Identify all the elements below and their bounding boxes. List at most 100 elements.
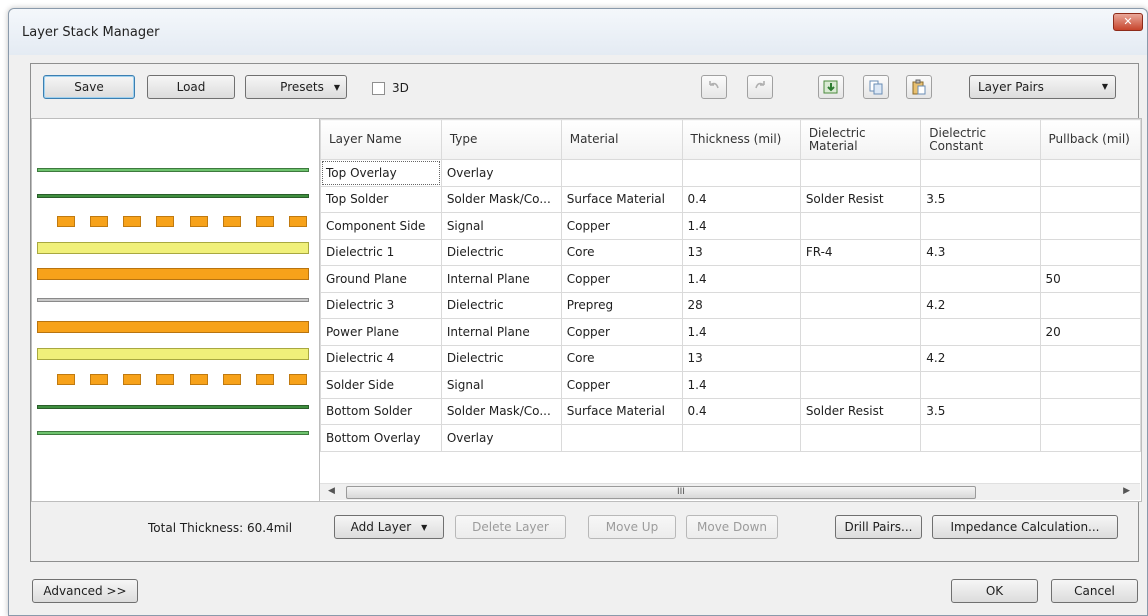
cell-type[interactable]: Internal Plane	[440, 318, 562, 346]
cell-layer-name[interactable]: Top Overlay	[320, 159, 442, 187]
cell-dielectric-material[interactable]	[799, 424, 922, 452]
cell-thickness[interactable]: 13	[681, 344, 801, 372]
cell-type[interactable]: Signal	[440, 371, 562, 399]
scroll-left-icon[interactable]: ◀	[328, 486, 335, 496]
cell-type[interactable]: Solder Mask/Co...	[440, 185, 562, 213]
cell-dielectric-material[interactable]: Solder Resist	[799, 397, 922, 425]
cell-thickness[interactable]: 1.4	[681, 212, 801, 240]
table-row[interactable]: Bottom Solder Solder Mask/Co... Surface Ma…	[320, 397, 1141, 425]
column-header-dielectric-constant[interactable]: Dielectric Constant	[920, 119, 1041, 160]
column-header-pullback[interactable]: Pullback (mil)	[1039, 119, 1141, 160]
cell-dielectric-constant[interactable]	[920, 424, 1041, 452]
3d-checkbox[interactable]	[372, 82, 385, 95]
cell-dielectric-constant[interactable]	[920, 371, 1041, 399]
cell-dielectric-constant[interactable]	[920, 265, 1041, 293]
delete-layer-button[interactable]: Delete Layer	[455, 515, 566, 539]
cell-dielectric-constant[interactable]: 4.3	[920, 238, 1041, 266]
scrollbar-thumb[interactable]: III	[346, 486, 976, 499]
cell-material[interactable]: Prepreg	[560, 291, 683, 319]
cell-pullback[interactable]	[1039, 371, 1141, 399]
cell-material[interactable]: Surface Material	[560, 185, 683, 213]
column-header-material[interactable]: Material	[560, 119, 683, 160]
cell-dielectric-material[interactable]: Solder Resist	[799, 185, 922, 213]
cell-dielectric-constant[interactable]	[920, 159, 1041, 187]
cell-dielectric-constant[interactable]	[920, 318, 1041, 346]
cell-thickness[interactable]: 0.4	[681, 185, 801, 213]
cell-layer-name[interactable]: Ground Plane	[320, 265, 442, 293]
cell-type[interactable]: Signal	[440, 212, 562, 240]
cell-material[interactable]: Surface Material	[560, 397, 683, 425]
cell-dielectric-material[interactable]	[799, 159, 922, 187]
cell-material[interactable]: Copper	[560, 212, 683, 240]
cell-pullback[interactable]	[1039, 212, 1141, 240]
cell-dielectric-constant[interactable]: 4.2	[920, 291, 1041, 319]
advanced-button[interactable]: Advanced >>	[32, 579, 138, 603]
cell-layer-name[interactable]: Dielectric 3	[320, 291, 442, 319]
table-row[interactable]: Solder Side Signal Copper 1.4	[320, 371, 1141, 399]
load-button[interactable]: Load	[147, 75, 235, 99]
cell-type[interactable]: Solder Mask/Co...	[440, 397, 562, 425]
table-row[interactable]: Component Side Signal Copper 1.4	[320, 212, 1141, 240]
cell-dielectric-material[interactable]	[799, 212, 922, 240]
cell-dielectric-material[interactable]: FR-4	[799, 238, 922, 266]
cell-layer-name[interactable]: Solder Side	[320, 371, 442, 399]
cell-dielectric-material[interactable]	[799, 318, 922, 346]
table-row[interactable]: Bottom Overlay Overlay	[320, 424, 1141, 452]
cell-layer-name[interactable]: Bottom Solder	[320, 397, 442, 425]
cell-dielectric-constant[interactable]: 3.5	[920, 397, 1041, 425]
move-up-button[interactable]: Move Up	[588, 515, 676, 539]
ok-button[interactable]: OK	[951, 579, 1038, 603]
cell-material[interactable]: Copper	[560, 371, 683, 399]
cell-layer-name[interactable]: Power Plane	[320, 318, 442, 346]
cell-type[interactable]: Dielectric	[440, 291, 562, 319]
cell-layer-name[interactable]: Dielectric 4	[320, 344, 442, 372]
cell-thickness[interactable]: 1.4	[681, 318, 801, 346]
import-button[interactable]	[818, 75, 844, 99]
cell-material[interactable]: Core	[560, 344, 683, 372]
drill-pairs-button[interactable]: Drill Pairs...	[835, 515, 922, 539]
cell-thickness[interactable]: 1.4	[681, 265, 801, 293]
table-row[interactable]: Dielectric 4 Dielectric Core 13 4.2	[320, 344, 1141, 372]
cell-layer-name[interactable]: Top Solder	[320, 185, 442, 213]
cell-pullback[interactable]	[1039, 159, 1141, 187]
cell-pullback[interactable]	[1039, 238, 1141, 266]
cell-type[interactable]: Dielectric	[440, 344, 562, 372]
cell-pullback[interactable]: 20	[1039, 318, 1141, 346]
scroll-right-icon[interactable]: ▶	[1123, 486, 1130, 496]
cell-type[interactable]: Dielectric	[440, 238, 562, 266]
layer-pairs-select[interactable]: Layer Pairs ▼	[969, 75, 1116, 99]
column-header-type[interactable]: Type	[440, 119, 562, 160]
cell-pullback[interactable]: 50	[1039, 265, 1141, 293]
redo-button[interactable]	[747, 75, 773, 99]
cell-type[interactable]: Overlay	[440, 159, 562, 187]
table-row[interactable]: Power Plane Internal Plane Copper 1.4 20	[320, 318, 1141, 346]
cell-dielectric-material[interactable]	[799, 265, 922, 293]
presets-dropdown[interactable]: Presets ▼	[245, 75, 347, 99]
save-button[interactable]: Save	[43, 75, 135, 99]
cell-material[interactable]	[560, 424, 683, 452]
column-header-dielectric-material[interactable]: Dielectric Material	[799, 119, 922, 160]
cell-pullback[interactable]	[1039, 344, 1141, 372]
column-header-layer-name[interactable]: Layer Name	[320, 119, 442, 160]
cell-thickness[interactable]: 1.4	[681, 371, 801, 399]
table-row[interactable]: Dielectric 3 Dielectric Prepreg 28 4.2	[320, 291, 1141, 319]
cell-dielectric-constant[interactable]: 4.2	[920, 344, 1041, 372]
cell-pullback[interactable]	[1039, 397, 1141, 425]
cell-thickness[interactable]	[681, 159, 801, 187]
cell-pullback[interactable]	[1039, 291, 1141, 319]
cell-layer-name[interactable]: Dielectric 1	[320, 238, 442, 266]
cell-dielectric-material[interactable]	[799, 371, 922, 399]
cell-pullback[interactable]	[1039, 185, 1141, 213]
copy-button[interactable]	[863, 75, 889, 99]
cell-type[interactable]: Overlay	[440, 424, 562, 452]
move-down-button[interactable]: Move Down	[686, 515, 778, 539]
cell-material[interactable]: Copper	[560, 318, 683, 346]
table-row[interactable]: Top Solder Solder Mask/Co... Surface Mater…	[320, 185, 1141, 213]
column-header-thickness[interactable]: Thickness (mil)	[681, 119, 801, 160]
table-row[interactable]: Dielectric 1 Dielectric Core 13 FR-4 4.3	[320, 238, 1141, 266]
cell-material[interactable]: Core	[560, 238, 683, 266]
cell-dielectric-material[interactable]	[799, 291, 922, 319]
cell-layer-name[interactable]: Bottom Overlay	[320, 424, 442, 452]
cancel-button[interactable]: Cancel	[1051, 579, 1138, 603]
horizontal-scrollbar[interactable]: ◀ III ▶	[320, 483, 1140, 500]
